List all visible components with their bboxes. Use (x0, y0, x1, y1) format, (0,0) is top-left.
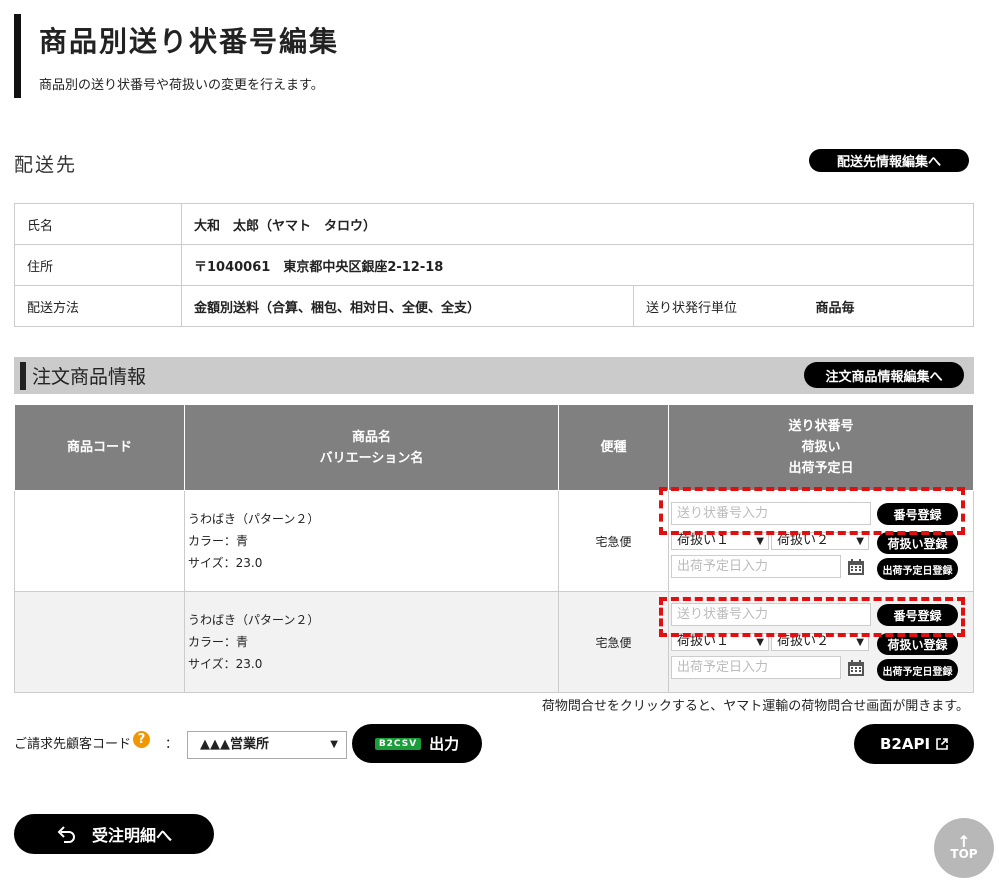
col-ops-line1: 送り状番号 (788, 419, 854, 434)
register-handling-button[interactable]: 荷扱い登録 (877, 633, 958, 655)
col-code: 商品コード (14, 404, 185, 491)
chevron-down-icon: ▼ (330, 739, 338, 750)
ship-date-input[interactable]: 出荷予定日入力 (671, 656, 841, 679)
register-handling-button[interactable]: 荷扱い登録 (877, 532, 958, 554)
handling2-select[interactable]: 荷扱い２ ▼ (771, 532, 869, 550)
col-name-line2: バリエーション名 (319, 450, 424, 466)
method-value: 金額別送料（合算、梱包、相対日、全便、全支） (181, 285, 634, 327)
row-product: うわばき（パターン２） カラー：青 サイズ：23.0 (184, 490, 559, 592)
billing-colon: ： (165, 737, 179, 752)
table-row: うわばき（パターン２） カラー：青 サイズ：23.0 宅急便 送り状番号入力 番… (14, 591, 974, 693)
col-ship-type: 便種 (558, 404, 669, 491)
page-header: 商品別送り状番号編集 商品別の送り状番号や荷扱いの変更を行えます。 (14, 14, 339, 98)
calendar-icon[interactable] (845, 556, 867, 577)
product-size: サイズ：23.0 (188, 657, 263, 671)
chevron-down-icon: ▼ (756, 637, 764, 648)
b2csv-badge: B2CSV (374, 737, 422, 750)
row-ship-type: 宅急便 (558, 591, 669, 693)
tracking-note: 荷物問合せをクリックすると、ヤマト運輸の荷物問合せ画面が開きます。 (541, 699, 969, 714)
billing-label: ご請求先顧客コード (14, 737, 132, 752)
chevron-down-icon: ▼ (856, 536, 864, 547)
unit-value: 商品毎 (803, 285, 974, 327)
top-label: TOP (950, 847, 978, 861)
table-row: うわばき（パターン２） カラー：青 サイズ：23.0 宅急便 送り状番号入力 番… (14, 490, 974, 592)
billing-code-select[interactable]: ▲▲▲営業所 ▼ (187, 731, 347, 759)
col-ops-line2: 荷扱い (801, 440, 841, 455)
name-value: 大和 太郎（ヤマト タロウ） (181, 203, 974, 245)
address-label: 住所 (14, 244, 182, 286)
handling1-value: 荷扱い１ (677, 533, 730, 548)
register-number-button[interactable]: 番号登録 (877, 604, 958, 626)
billing-selected: ▲▲▲営業所 (200, 737, 269, 752)
col-name-line1: 商品名 (351, 429, 391, 445)
row-ops: 送り状番号入力 番号登録 荷扱い１ ▼ 荷扱い２ ▼ 荷扱い登録 出荷予定日入力 出… (668, 490, 974, 592)
heading-accent (20, 362, 26, 390)
order-heading: 注文商品情報 (32, 366, 147, 388)
handling1-select[interactable]: 荷扱い１ ▼ (671, 633, 769, 651)
chevron-down-icon: ▼ (756, 536, 764, 547)
page-subtitle: 商品別の送り状番号や荷扱いの変更を行えます。 (39, 78, 324, 93)
unit-label: 送り状発行単位 (633, 285, 804, 327)
register-number-button[interactable]: 番号登録 (877, 503, 958, 525)
col-ops-line3: 出荷予定日 (788, 461, 854, 476)
handling1-value: 荷扱い１ (677, 634, 730, 649)
method-label: 配送方法 (14, 285, 182, 327)
return-arrow-icon (56, 825, 76, 843)
register-ship-date-button[interactable]: 出荷予定日登録 (877, 659, 958, 681)
handling2-value: 荷扱い２ (777, 634, 830, 649)
register-ship-date-button[interactable]: 出荷予定日登録 (877, 558, 958, 580)
calendar-icon[interactable] (845, 657, 867, 678)
help-icon[interactable]: ? (133, 731, 151, 748)
tracking-number-input[interactable]: 送り状番号入力 (671, 603, 871, 626)
destination-heading: 配送先 (14, 154, 78, 176)
back-to-order-detail-button[interactable]: 受注明細へ (14, 814, 214, 854)
edit-destination-button[interactable]: 配送先情報編集へ (809, 149, 969, 172)
row-ship-type: 宅急便 (558, 490, 669, 592)
handling2-select[interactable]: 荷扱い２ ▼ (771, 633, 869, 651)
b2csv-export-button[interactable]: B2CSV 出力 (352, 724, 482, 763)
tracking-number-input[interactable]: 送り状番号入力 (671, 502, 871, 525)
scroll-to-top-button[interactable]: ↑ TOP (934, 818, 994, 878)
product-color: カラー：青 (188, 534, 249, 548)
edit-order-button[interactable]: 注文商品情報編集へ (804, 362, 964, 388)
row-code (14, 591, 185, 693)
product-name: うわばき（パターン２） (188, 512, 320, 526)
b2csv-label: 出力 (429, 735, 460, 753)
b2api-label: B2API (879, 735, 931, 753)
page-title: 商品別送り状番号編集 (39, 25, 340, 58)
name-label: 氏名 (14, 203, 182, 245)
handling1-select[interactable]: 荷扱い１ ▼ (671, 532, 769, 550)
billing-row: ご請求先顧客コード ? ： (14, 731, 179, 752)
destination-table: 氏名 大和 太郎（ヤマト タロウ） 住所 〒1040061 東京都中央区銀座2-… (14, 203, 974, 327)
col-ops: 送り状番号 荷扱い 出荷予定日 (668, 404, 974, 491)
order-items-table: 商品コード 商品名 バリエーション名 便種 送り状番号 荷扱い 出荷予定日 うわ… (14, 404, 974, 693)
handling2-value: 荷扱い２ (777, 533, 830, 548)
chevron-down-icon: ▼ (856, 637, 864, 648)
product-color: カラー：青 (188, 635, 249, 649)
external-link-icon (936, 738, 948, 750)
row-code (14, 490, 185, 592)
col-name: 商品名 バリエーション名 (184, 404, 559, 491)
back-button-label: 受注明細へ (91, 826, 172, 845)
address-value: 〒1040061 東京都中央区銀座2-12-18 (181, 244, 974, 286)
product-name: うわばき（パターン２） (188, 613, 320, 627)
b2api-button[interactable]: B2API (854, 724, 974, 764)
row-ops: 送り状番号入力 番号登録 荷扱い１ ▼ 荷扱い２ ▼ 荷扱い登録 出荷予定日入力 出… (668, 591, 974, 693)
product-size: サイズ：23.0 (188, 556, 263, 570)
row-product: うわばき（パターン２） カラー：青 サイズ：23.0 (184, 591, 559, 693)
ship-date-input[interactable]: 出荷予定日入力 (671, 555, 841, 578)
